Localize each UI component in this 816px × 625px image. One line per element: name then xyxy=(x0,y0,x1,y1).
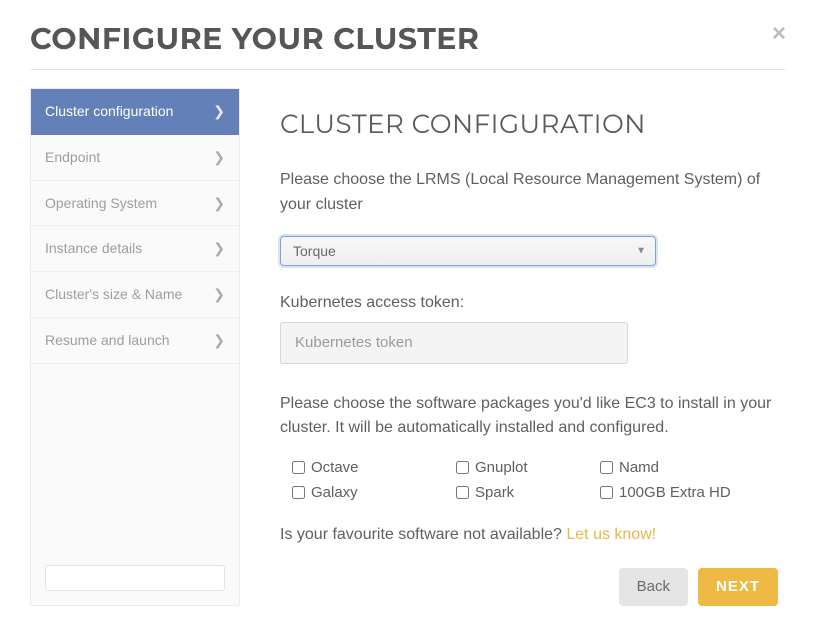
sidebar-item-instance-details[interactable]: Instance details ❯ xyxy=(31,226,239,272)
close-icon[interactable]: × xyxy=(772,16,786,46)
sidebar-item-operating-system[interactable]: Operating System ❯ xyxy=(31,181,239,227)
package-checkbox[interactable] xyxy=(600,461,613,474)
back-button[interactable]: Back xyxy=(619,568,688,606)
package-label: Galaxy xyxy=(311,484,358,501)
sidebar-item-endpoint[interactable]: Endpoint ❯ xyxy=(31,135,239,181)
modal-header: CONFIGURE YOUR CLUSTER × xyxy=(30,16,786,70)
package-label: Octave xyxy=(311,459,359,476)
package-label: Gnuplot xyxy=(475,459,528,476)
let-us-know-link[interactable]: Let us know! xyxy=(566,526,656,543)
sidebar-item-label: Instance details xyxy=(45,240,142,257)
package-checkbox[interactable] xyxy=(456,486,469,499)
packages-grid: Octave Gnuplot Namd Galaxy Spark xyxy=(292,459,778,501)
sidebar-item-label: Operating System xyxy=(45,195,157,212)
next-button[interactable]: NEXT xyxy=(698,568,778,606)
modal-title: CONFIGURE YOUR CLUSTER xyxy=(30,20,479,57)
package-checkbox[interactable] xyxy=(456,461,469,474)
sidebar-item-label: Resume and launch xyxy=(45,332,170,349)
chevron-right-icon: ❯ xyxy=(213,286,225,303)
package-gnuplot[interactable]: Gnuplot xyxy=(456,459,596,476)
chevron-right-icon: ❯ xyxy=(213,240,225,257)
wizard-footer: Back NEXT xyxy=(280,568,778,606)
chevron-right-icon: ❯ xyxy=(213,332,225,349)
chevron-right-icon: ❯ xyxy=(213,103,225,120)
sidebar-item-resume-launch[interactable]: Resume and launch ❯ xyxy=(31,318,239,364)
package-spark[interactable]: Spark xyxy=(456,484,596,501)
token-label: Kubernetes access token: xyxy=(280,294,778,312)
package-checkbox[interactable] xyxy=(292,486,305,499)
main-panel: CLUSTER CONFIGURATION Please choose the … xyxy=(240,88,786,606)
missing-software-line: Is your favourite software not available… xyxy=(280,523,778,548)
page-title: CLUSTER CONFIGURATION xyxy=(280,108,778,140)
package-galaxy[interactable]: Galaxy xyxy=(292,484,452,501)
sidebar-item-label: Cluster's size & Name xyxy=(45,286,182,303)
package-label: Namd xyxy=(619,459,659,476)
package-extra-hd[interactable]: 100GB Extra HD xyxy=(600,484,770,501)
sidebar-item-label: Endpoint xyxy=(45,149,100,166)
package-checkbox[interactable] xyxy=(600,486,613,499)
lrms-select-value: Torque xyxy=(293,243,336,259)
wizard-sidebar: Cluster configuration ❯ Endpoint ❯ Opera… xyxy=(30,88,240,606)
chevron-right-icon: ❯ xyxy=(213,149,225,166)
package-label: Spark xyxy=(475,484,514,501)
sidebar-item-cluster-size-name[interactable]: Cluster's size & Name ❯ xyxy=(31,272,239,318)
package-checkbox[interactable] xyxy=(292,461,305,474)
lrms-prompt: Please choose the LRMS (Local Resource M… xyxy=(280,168,778,218)
package-label: 100GB Extra HD xyxy=(619,484,731,501)
lrms-select[interactable]: Torque ▼ xyxy=(280,236,656,266)
packages-prompt: Please choose the software packages you'… xyxy=(280,392,778,442)
caret-down-icon: ▼ xyxy=(636,245,646,256)
kubernetes-token-input[interactable] xyxy=(280,322,628,364)
package-octave[interactable]: Octave xyxy=(292,459,452,476)
sidebar-item-cluster-configuration[interactable]: Cluster configuration ❯ xyxy=(31,89,239,135)
sidebar-item-label: Cluster configuration xyxy=(45,103,173,120)
sidebar-bottom-input[interactable] xyxy=(45,565,225,591)
missing-software-text: Is your favourite software not available… xyxy=(280,526,566,543)
package-namd[interactable]: Namd xyxy=(600,459,770,476)
chevron-right-icon: ❯ xyxy=(213,195,225,212)
